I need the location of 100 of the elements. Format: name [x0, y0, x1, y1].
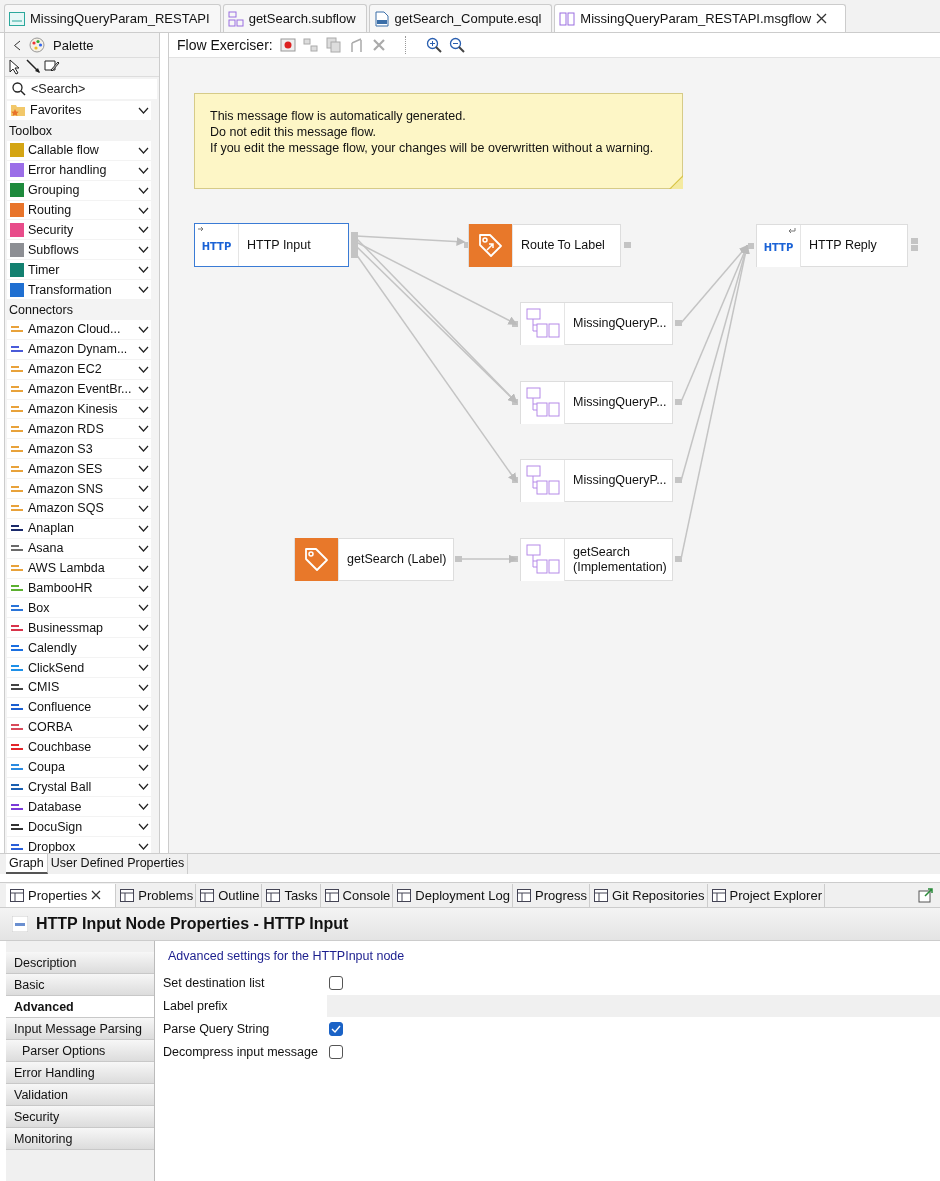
palette-drawer[interactable]: CMIS: [7, 678, 151, 697]
palette-drawer[interactable]: Amazon RDS: [7, 419, 151, 439]
copy-icon[interactable]: [325, 37, 342, 53]
palette-drawer[interactable]: Amazon SNS: [7, 479, 151, 499]
palette-drawer[interactable]: Amazon EventBr...: [7, 379, 151, 399]
palette-drawer[interactable]: ClickSend: [7, 658, 151, 678]
checkbox[interactable]: [329, 1044, 343, 1059]
palette-drawer[interactable]: Amazon Cloud...: [7, 320, 151, 339]
section-tab[interactable]: Validation: [6, 1084, 154, 1106]
palette-drawer[interactable]: Amazon Dynam...: [7, 339, 151, 359]
checkbox[interactable]: [329, 1021, 343, 1036]
section-tab[interactable]: Description: [6, 952, 154, 974]
connection-line[interactable]: [355, 241, 518, 325]
flow-node[interactable]: getSearch (Label): [294, 538, 454, 581]
palette-drawer[interactable]: Amazon SQS: [7, 499, 151, 518]
editor-tab[interactable]: MissingQueryParam_RESTAPI: [4, 4, 221, 32]
connection-tool-icon[interactable]: [26, 59, 42, 75]
palette-drawer[interactable]: Amazon SES: [7, 459, 151, 479]
output-terminal[interactable]: [624, 242, 631, 248]
flow-node[interactable]: MissingQueryP...: [520, 381, 673, 424]
palette-drawer[interactable]: Coupa: [7, 757, 151, 777]
input-terminal[interactable]: [512, 556, 518, 562]
output-terminal[interactable]: [455, 556, 462, 562]
flow-node[interactable]: HTTP HTTP Reply: [756, 224, 908, 267]
palette-drawer[interactable]: Calendly: [7, 638, 151, 658]
palette-drawer[interactable]: Grouping: [7, 180, 151, 200]
palette-drawer[interactable]: Confluence: [7, 697, 151, 717]
section-tab[interactable]: Parser Options: [6, 1040, 154, 1062]
view-tab[interactable]: Properties: [6, 883, 117, 907]
palette-drawer[interactable]: Database: [7, 797, 151, 817]
palette-drawer[interactable]: Routing: [7, 200, 151, 220]
section-tab[interactable]: Security: [6, 1106, 154, 1128]
search-field[interactable]: <Search>: [7, 79, 157, 99]
palette-drawer[interactable]: Box: [7, 598, 151, 618]
view-tab[interactable]: Project Explorer: [707, 883, 825, 907]
record-icon[interactable]: [279, 38, 296, 52]
delete-icon[interactable]: [371, 38, 386, 52]
palette-drawer[interactable]: BambooHR: [7, 578, 151, 598]
palette-drawer[interactable]: Amazon Kinesis: [7, 399, 151, 419]
palette-drawer[interactable]: Dropbox: [7, 837, 151, 853]
view-tab[interactable]: Console: [320, 883, 394, 907]
editor-tab[interactable]: getSearch.subflow: [222, 4, 367, 32]
input-terminal[interactable]: [748, 243, 754, 249]
zoom-in-icon[interactable]: [425, 37, 442, 53]
checkbox[interactable]: [329, 975, 343, 990]
section-tab[interactable]: Error Handling: [6, 1062, 154, 1084]
palette-drawer[interactable]: Callable flow: [7, 140, 151, 160]
output-terminal[interactable]: [675, 399, 682, 405]
section-tab[interactable]: Input Message Parsing: [6, 1018, 154, 1040]
section-tab[interactable]: Monitoring: [6, 1128, 154, 1150]
palette-drawer[interactable]: Subflows: [7, 240, 151, 260]
palette-drawer[interactable]: Timer: [7, 260, 151, 280]
flow-node[interactable]: getSearch (Implementation): [520, 538, 673, 581]
close-icon[interactable]: [816, 13, 828, 24]
output-terminal[interactable]: [675, 477, 682, 483]
zoom-out-icon[interactable]: [448, 37, 465, 53]
input-terminal[interactable]: [512, 477, 518, 483]
palette-drawer[interactable]: AWS Lambda: [7, 558, 151, 578]
view-tab[interactable]: Progress: [513, 883, 590, 907]
palette-drawer[interactable]: DocuSign: [7, 817, 151, 837]
connection-line[interactable]: [355, 253, 517, 483]
palette-drawer[interactable]: Amazon S3: [7, 439, 151, 459]
palette-drawer[interactable]: Asana: [7, 538, 151, 558]
flow-node[interactable]: Route To Label: [468, 224, 621, 267]
view-tab[interactable]: User Defined Properties: [47, 854, 189, 874]
view-tab[interactable]: Deployment Log: [393, 883, 513, 907]
view-tab[interactable]: Git Repositories: [590, 883, 708, 907]
view-tab[interactable]: Problems: [116, 883, 197, 907]
palette-drawer[interactable]: Amazon EC2: [7, 359, 151, 379]
view-tab[interactable]: Graph: [6, 854, 48, 874]
palette-drawer[interactable]: Favorites: [7, 101, 151, 120]
flow-node[interactable]: MissingQueryP...: [520, 459, 673, 502]
palette-drawer[interactable]: Anaplan: [7, 518, 151, 538]
view-tab[interactable]: Tasks: [262, 883, 321, 907]
collapse-icon[interactable]: [13, 39, 21, 51]
palette-drawer[interactable]: Businessmap: [7, 618, 151, 638]
section-tab[interactable]: Advanced: [6, 996, 154, 1018]
connection-line[interactable]: [680, 244, 748, 324]
palette-drawer[interactable]: Couchbase: [7, 737, 151, 757]
palette-drawer[interactable]: Security: [7, 220, 151, 240]
open-console-icon[interactable]: [918, 887, 934, 903]
close-icon[interactable]: [91, 890, 102, 900]
view-tab[interactable]: Outline: [196, 883, 263, 907]
input-terminal[interactable]: [512, 399, 518, 405]
split-icon[interactable]: [348, 37, 365, 53]
palette-drawer[interactable]: Crystal Ball: [7, 777, 151, 797]
input-terminal[interactable]: [512, 321, 518, 327]
output-terminal[interactable]: [675, 556, 682, 562]
flow-node[interactable]: HTTP HTTP Input: [194, 223, 349, 267]
output-terminal[interactable]: [675, 320, 682, 326]
palette-drawer[interactable]: Transformation: [7, 280, 151, 299]
flow-node[interactable]: MissingQueryP...: [520, 302, 673, 345]
editor-tab[interactable]: MissingQueryParam_RESTAPI.msgflow: [554, 4, 847, 32]
flow-icon[interactable]: [302, 37, 319, 53]
connection-line[interactable]: [355, 235, 466, 247]
connection-line[interactable]: [460, 554, 518, 564]
palette-drawer[interactable]: CORBA: [7, 717, 151, 737]
section-tab[interactable]: Basic: [6, 974, 154, 996]
editor-tab[interactable]: getSearch_Compute.esql: [368, 4, 553, 32]
palette-drawer[interactable]: Error handling: [7, 160, 151, 180]
